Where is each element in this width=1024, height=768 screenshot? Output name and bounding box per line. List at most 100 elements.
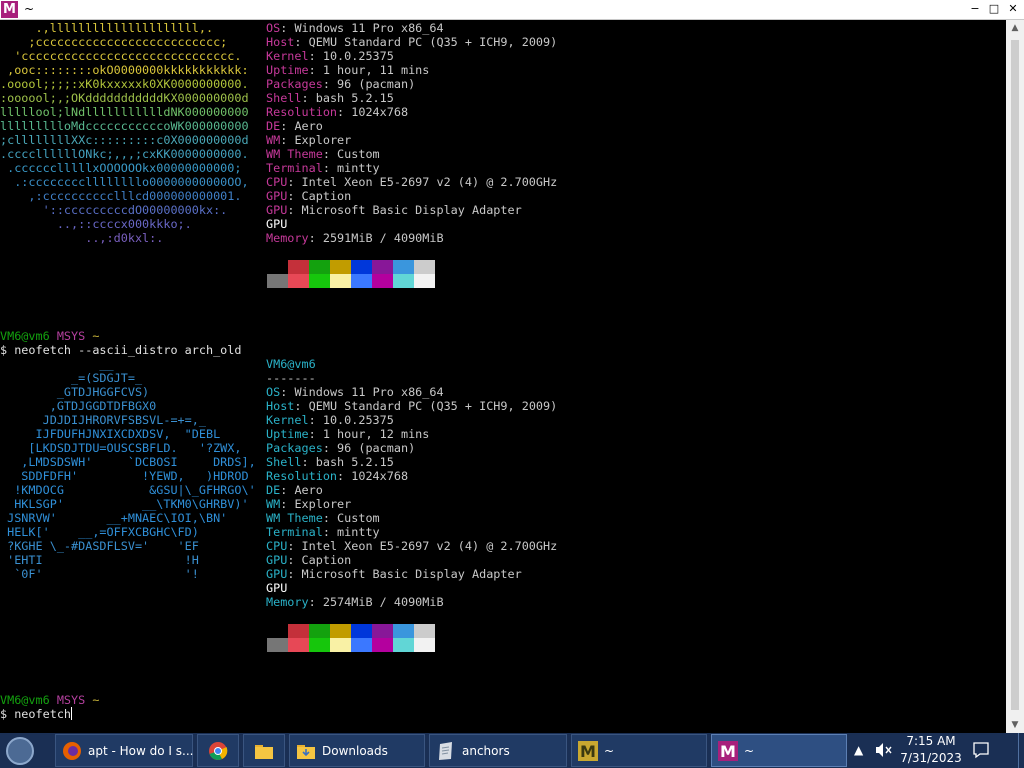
terminal-output[interactable]: .,lllllllllllllllllllll,. ;ccccccccccccc… <box>0 20 1006 733</box>
info-row: WM Theme: Custom <box>266 147 380 161</box>
ascii-art-line: __ <box>0 357 114 371</box>
color-swatch <box>330 274 351 288</box>
info-separator: : <box>337 469 352 483</box>
info-label: CPU <box>266 175 288 189</box>
info-label: GPU <box>266 567 288 581</box>
command-line[interactable]: $ neofetch <box>0 707 73 721</box>
info-value: Custom <box>337 147 380 161</box>
ascii-art-line: `0F' '! <box>0 567 199 581</box>
info-row: GPU <box>266 217 287 231</box>
info-label: Packages <box>266 441 323 455</box>
clock-time[interactable]: 7:15 AM <box>906 734 956 748</box>
taskbar-item-anchors[interactable]: anchors <box>429 734 567 767</box>
notification-center-icon[interactable] <box>972 741 990 759</box>
ascii-art-line: ..,::ccccx000kkko;. <box>0 217 192 231</box>
info-label: Memory <box>266 231 309 245</box>
speaker-muted-icon[interactable] <box>875 742 893 758</box>
info-value: 2574MiB / 4090MiB <box>322 595 444 609</box>
scrollbar-thumb[interactable] <box>1011 40 1019 710</box>
ascii-art-line: JSNRVW' __+MNAEC\IOI,\BN' <box>0 511 228 525</box>
taskbar-item-label: anchors <box>462 744 510 758</box>
info-label: GPU <box>266 553 288 567</box>
info-row: GPU <box>266 581 287 595</box>
info-row: Terminal: mintty <box>266 161 380 175</box>
info-value: 1024x768 <box>351 105 409 119</box>
info-value: GPU <box>266 217 288 231</box>
info-value: QEMU Standard PC (Q35 + ICH9, 2009) <box>308 35 558 49</box>
color-swatch <box>309 260 330 274</box>
ascii-art-line: '::cccccccccdO00000000kx:. <box>0 203 228 217</box>
color-swatch <box>267 624 288 638</box>
info-label: Kernel <box>266 413 309 427</box>
info-separator: : <box>280 385 295 399</box>
clock-date[interactable]: 7/31/2023 <box>900 751 962 765</box>
taskbar-item-label: Downloads <box>322 744 388 758</box>
info-separator: : <box>308 595 323 609</box>
info-label: Kernel <box>266 49 309 63</box>
color-swatch <box>288 274 309 288</box>
info-label: WM Theme <box>266 147 323 161</box>
command-line[interactable]: $ neofetch --ascii_distro arch_old <box>0 343 241 357</box>
maximize-button[interactable]: □ <box>985 1 1003 17</box>
info-label: WM <box>266 133 281 147</box>
info-row: WM: Explorer <box>266 133 351 147</box>
info-separator: : <box>294 399 309 413</box>
info-separator: : <box>287 553 302 567</box>
info-value: Explorer <box>294 497 352 511</box>
ascii-art-line: .ccccllllllONkc;,,,;cxKK0000000000. <box>0 147 249 161</box>
color-swatch <box>414 260 435 274</box>
taskbar-item-downloads[interactable]: Downloads <box>289 734 425 767</box>
taskbar-item-firefox[interactable]: apt - How do I s... <box>55 734 193 767</box>
info-row: Shell: bash 5.2.15 <box>266 455 394 469</box>
ascii-art-line: _GTDJHGGFCVS) <box>0 385 150 399</box>
taskbar-item-file-explorer[interactable] <box>243 734 285 767</box>
color-swatch <box>267 260 288 274</box>
color-swatch <box>351 638 372 652</box>
info-row: Host: QEMU Standard PC (Q35 + ICH9, 2009… <box>266 399 557 413</box>
info-label: Resolution <box>266 469 338 483</box>
info-row: GPU: Microsoft Basic Display Adapter <box>266 567 522 581</box>
ascii-art-line: ,:cccccccccclllcd000000000001. <box>0 189 242 203</box>
color-swatch <box>372 638 393 652</box>
firefox-icon <box>63 742 81 760</box>
taskbar-item-chrome[interactable] <box>197 734 239 767</box>
info-row: CPU: Intel Xeon E5-2697 v2 (4) @ 2.700GH… <box>266 175 557 189</box>
info-label: WM <box>266 497 281 511</box>
vertical-scrollbar[interactable]: ▲ ▼ <box>1006 20 1024 733</box>
info-row: Packages: 96 (pacman) <box>266 441 415 455</box>
info-value: Custom <box>337 511 380 525</box>
ascii-art-line: HKLSGP' __\TKM0\GHRBV)' <box>0 497 249 511</box>
info-row: Packages: 96 (pacman) <box>266 77 415 91</box>
title-separator: ------- <box>266 371 316 385</box>
info-label: Uptime <box>266 427 309 441</box>
scroll-up-arrow-icon[interactable]: ▲ <box>1010 23 1020 33</box>
ascii-art-line: ;cllllllllXXc:::::::::c0X000000000d <box>0 133 249 147</box>
color-swatch <box>372 274 393 288</box>
info-row: Uptime: 1 hour, 11 mins <box>266 63 429 77</box>
close-button[interactable]: ✕ <box>1004 1 1022 17</box>
color-swatch <box>351 260 372 274</box>
info-value: Aero <box>294 119 323 133</box>
show-desktop-button[interactable] <box>1018 733 1024 768</box>
ascii-art-line: 'EHTI !H <box>0 553 199 567</box>
taskbar-item-mintty-1[interactable]: M ~ <box>571 734 707 767</box>
color-swatch <box>393 260 414 274</box>
mintty-app-icon[interactable]: M <box>1 1 18 18</box>
scroll-down-arrow-icon[interactable]: ▼ <box>1010 720 1020 730</box>
taskbar: apt - How do I s... Downloads anchors M … <box>0 733 1024 768</box>
color-swatch <box>414 624 435 638</box>
info-row: OS: Windows 11 Pro x86_64 <box>266 21 444 35</box>
svg-text:M: M <box>580 742 596 761</box>
taskbar-item-mintty-2[interactable]: M ~ <box>711 734 847 767</box>
prompt-user-host: VM6@vm6 <box>0 693 50 707</box>
window-title: ~ <box>24 2 35 16</box>
info-value: QEMU Standard PC (Q35 + ICH9, 2009) <box>308 399 558 413</box>
show-hidden-icons-chevron-icon[interactable]: ▲ <box>854 743 863 757</box>
minimize-button[interactable]: − <box>966 1 984 17</box>
color-swatch <box>414 638 435 652</box>
info-label: Packages <box>266 77 323 91</box>
info-value: mintty <box>337 525 380 539</box>
info-value: bash 5.2.15 <box>315 455 394 469</box>
info-label: Shell <box>266 455 302 469</box>
start-button[interactable] <box>6 737 34 765</box>
